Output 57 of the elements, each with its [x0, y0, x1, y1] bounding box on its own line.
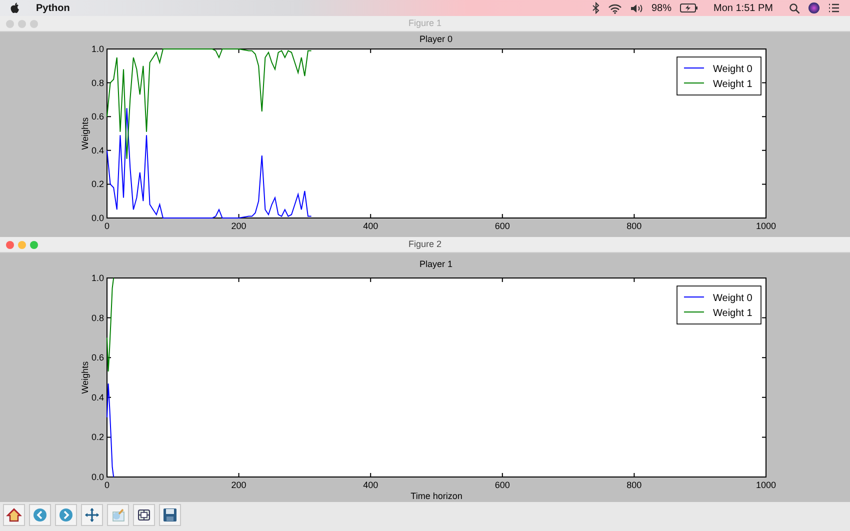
home-button[interactable] [3, 504, 25, 526]
y-tick-label: 0.6 [91, 112, 104, 122]
x-tick-label: 400 [363, 480, 378, 490]
x-tick-label: 800 [626, 480, 642, 490]
y-tick-label: 1.0 [91, 44, 104, 54]
apple-icon[interactable] [10, 2, 20, 14]
x-tick-label: 1000 [756, 221, 776, 231]
subplots-icon [136, 507, 152, 523]
y-tick-label: 0.4 [91, 145, 104, 156]
search-icon[interactable] [789, 2, 800, 14]
x-tick-label: 600 [494, 480, 510, 490]
x-tick-label: 200 [231, 221, 246, 231]
y-tick-label: 0.0 [91, 213, 104, 223]
close-button[interactable] [6, 241, 14, 249]
y-tick-label: 0.2 [91, 179, 104, 190]
house-icon [6, 507, 22, 523]
zoom-rectangle-icon [110, 507, 126, 523]
y-tick-label: 0.8 [91, 78, 104, 88]
y-tick-label: 0.2 [91, 432, 104, 442]
battery-icon[interactable] [680, 3, 698, 13]
y-tick-label: 0.4 [91, 392, 104, 402]
chart-title: Player 0 [419, 34, 453, 44]
list-icon[interactable] [828, 3, 840, 13]
x-tick-label: 600 [494, 221, 510, 231]
pan-button[interactable] [81, 504, 103, 526]
save-button[interactable] [159, 504, 181, 526]
x-tick-label: 400 [363, 221, 378, 231]
back-button[interactable] [29, 504, 51, 526]
assistant-icon[interactable] [808, 2, 820, 14]
x-tick-label: 0 [104, 480, 110, 490]
x-tick-label: 0 [104, 221, 110, 231]
window-title: Figure 1 [408, 16, 442, 30]
chart-title: Player 1 [419, 259, 453, 269]
window-title: Figure 2 [408, 238, 442, 251]
app-menu[interactable]: Python [36, 0, 70, 16]
y-tick-label: 1.0 [91, 273, 104, 283]
y-axis-label: Weights [80, 117, 90, 150]
legend-label: Weight 1 [713, 308, 752, 319]
bluetooth-icon[interactable] [592, 2, 600, 14]
x-tick-label: 800 [626, 221, 642, 231]
move-arrows-icon [84, 507, 100, 523]
legend-label: Weight 0 [713, 64, 752, 75]
legend-label: Weight 1 [713, 79, 752, 90]
x-tick-label: 1000 [756, 480, 776, 490]
y-tick-label: 0.0 [91, 472, 104, 482]
y-tick-label: 0.8 [91, 312, 104, 323]
battery-percent: 98% [652, 2, 672, 16]
y-axis-label: Weights [80, 361, 90, 394]
wifi-icon[interactable] [608, 2, 622, 14]
x-axis-label: Time horizon [410, 491, 462, 501]
configure-button[interactable] [133, 504, 155, 526]
volume-icon[interactable] [630, 2, 644, 14]
legend-label: Weight 0 [713, 293, 752, 304]
x-tick-label: 200 [231, 480, 246, 490]
forward-button[interactable] [55, 504, 77, 526]
y-tick-label: 0.6 [91, 352, 104, 363]
menu-clock[interactable]: Mon 1:51 PM [714, 0, 773, 16]
